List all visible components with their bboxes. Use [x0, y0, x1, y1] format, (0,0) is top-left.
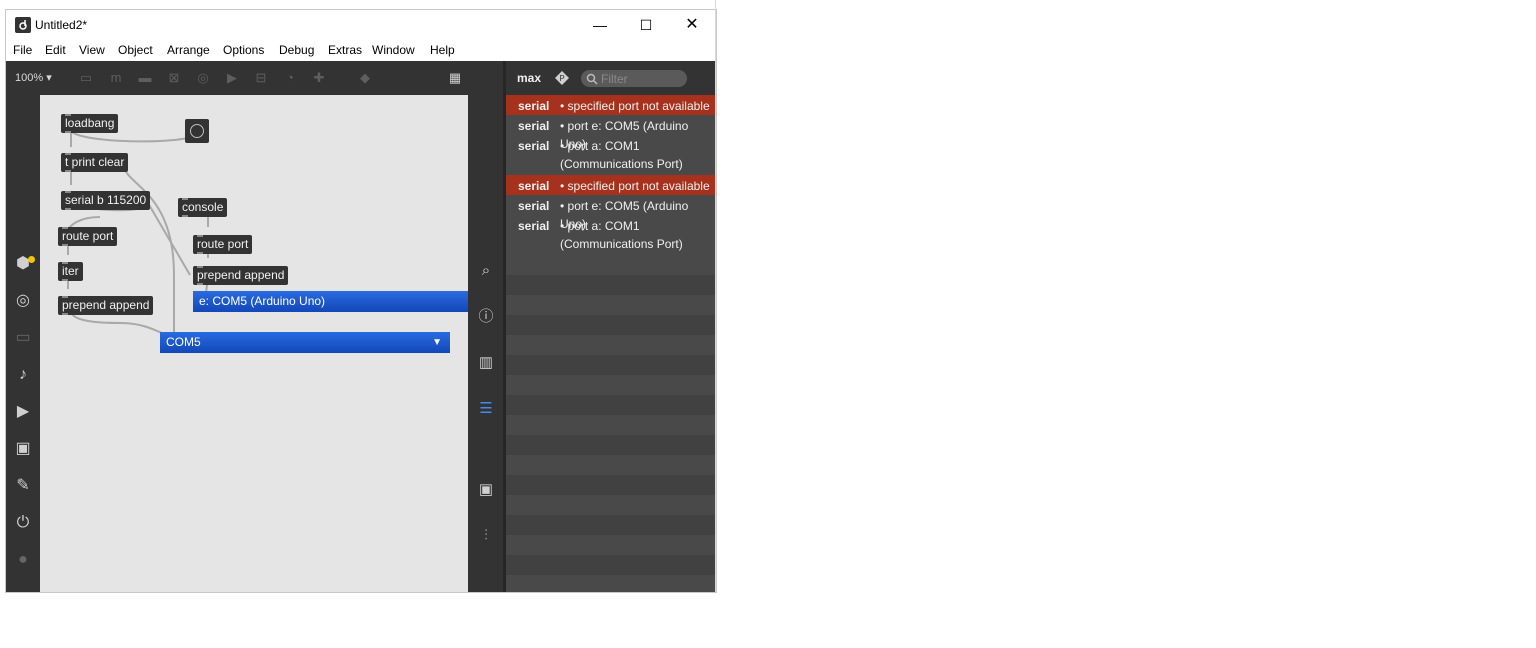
- video-icon[interactable]: ▶: [14, 403, 32, 421]
- prepend-append-right-object[interactable]: prepend append: [193, 266, 289, 285]
- paint-bucket-icon[interactable]: ◆: [357, 70, 373, 86]
- max-window: Untitled2* — ☐ ✕ File Edit View Object A…: [5, 9, 717, 593]
- serial-object[interactable]: serial b 115200: [61, 191, 151, 210]
- comment-icon[interactable]: ▬: [137, 70, 153, 86]
- search-icon: [586, 72, 598, 85]
- route-port-left-object[interactable]: route port: [58, 227, 118, 246]
- menu-bar: File Edit View Object Arrange Options De…: [6, 40, 716, 60]
- console-list-icon[interactable]: ☰: [476, 399, 496, 419]
- console-message[interactable]: serial • port a: COM1 (Communications Po…: [506, 136, 716, 176]
- patch-canvas[interactable]: loadbang t print clear serial b 115200 c…: [40, 95, 468, 592]
- menu-file[interactable]: File: [13, 43, 32, 57]
- console-message[interactable]: serial • port e: COM5 (Arduino Uno): [506, 196, 716, 231]
- com-umenu-value: COM5: [166, 335, 201, 349]
- filter-placeholder: Filter: [601, 72, 628, 86]
- plug-icon[interactable]: ⏻: [14, 514, 32, 532]
- notification-dot-icon: [28, 256, 35, 263]
- window-title: Untitled2*: [35, 18, 88, 32]
- search-icon[interactable]: ⌕: [476, 261, 496, 281]
- menu-arrange[interactable]: Arrange: [167, 43, 210, 57]
- dropdown-arrow-icon: ▼: [432, 337, 442, 348]
- menu-options[interactable]: Options: [223, 43, 264, 57]
- info-icon[interactable]: ⓘ: [476, 307, 496, 327]
- patcher-toolbar: 100% ▾ ▭ m ▬ ⊠ ◎ ▶ ⊟ ◔ ✚ ◆ ▦: [6, 61, 503, 95]
- close-button[interactable]: ✕: [669, 10, 715, 40]
- vst-icon[interactable]: ●: [14, 551, 32, 569]
- port-umenu[interactable]: e: COM5 (Arduino Uno): [193, 291, 468, 312]
- message-box-icon[interactable]: m: [108, 70, 124, 86]
- grid-icon[interactable]: ▦: [447, 70, 463, 86]
- snapshot-icon[interactable]: ▣: [476, 480, 496, 500]
- paperclip-icon[interactable]: ✎: [14, 477, 32, 495]
- title-bar[interactable]: Untitled2* — ☐ ✕: [6, 10, 716, 40]
- dial-icon[interactable]: ◔: [282, 70, 298, 86]
- prepend-append-left-object[interactable]: prepend append: [58, 296, 154, 315]
- left-sidebar: ⬢ ◎ ▭ ♪ ▶ ▣ ✎ ⏻ ●: [6, 95, 40, 592]
- right-sidebar: ⌕ ⓘ ▥ ☰ ▣ ⫶: [468, 61, 503, 592]
- keyboard-icon[interactable]: ▭: [14, 329, 32, 347]
- play-icon[interactable]: ▶: [224, 70, 240, 86]
- pin-icon[interactable]: P: [554, 70, 570, 86]
- menu-debug[interactable]: Debug: [279, 43, 314, 57]
- trigger-object[interactable]: t print clear: [61, 153, 129, 172]
- toggle-icon[interactable]: ⊠: [166, 70, 182, 86]
- mixer-icon[interactable]: ⫶: [476, 526, 496, 546]
- max-console: max P Filter serial • specified port not…: [503, 61, 716, 592]
- menu-extras[interactable]: Extras: [328, 43, 362, 57]
- maximize-button[interactable]: ☐: [623, 10, 669, 40]
- target-icon[interactable]: ◎: [14, 292, 32, 310]
- console-message[interactable]: serial • specified port not available: [506, 96, 716, 116]
- menu-help[interactable]: Help: [430, 43, 455, 57]
- image-icon[interactable]: ▣: [14, 440, 32, 458]
- menu-view[interactable]: View: [79, 43, 105, 57]
- console-object[interactable]: console: [178, 198, 228, 217]
- music-note-icon[interactable]: ♪: [14, 366, 32, 384]
- bang-button[interactable]: [185, 119, 209, 143]
- com-umenu[interactable]: COM5 ▼: [160, 332, 450, 353]
- loadbang-object[interactable]: loadbang: [61, 114, 119, 133]
- console-header: max P Filter: [506, 61, 716, 95]
- port-umenu-value: e: COM5 (Arduino Uno): [199, 294, 326, 308]
- svg-text:P: P: [559, 74, 564, 83]
- iter-object[interactable]: iter: [58, 262, 83, 281]
- menu-edit[interactable]: Edit: [45, 43, 66, 57]
- slider-icon[interactable]: ⊟: [253, 70, 269, 86]
- button-icon[interactable]: ◎: [195, 70, 211, 86]
- add-object-icon[interactable]: ✚: [311, 70, 327, 86]
- menu-object[interactable]: Object: [118, 43, 153, 57]
- max-app-icon: [15, 17, 31, 33]
- zoom-level[interactable]: 100% ▾: [15, 71, 52, 84]
- console-title: max: [517, 71, 542, 85]
- console-message[interactable]: serial • port e: COM5 (Arduino Uno): [506, 116, 716, 151]
- window-edge: [715, 0, 716, 592]
- route-port-right-object[interactable]: route port: [193, 235, 253, 254]
- presentation-icon[interactable]: ▭: [78, 70, 94, 86]
- filter-input[interactable]: Filter: [581, 70, 687, 87]
- minimize-button[interactable]: —: [577, 10, 623, 40]
- console-message[interactable]: serial • specified port not available: [506, 176, 716, 196]
- console-message[interactable]: serial • port a: COM1 (Communications Po…: [506, 216, 716, 256]
- menu-window[interactable]: Window: [372, 43, 415, 57]
- reference-book-icon[interactable]: ▥: [476, 353, 496, 373]
